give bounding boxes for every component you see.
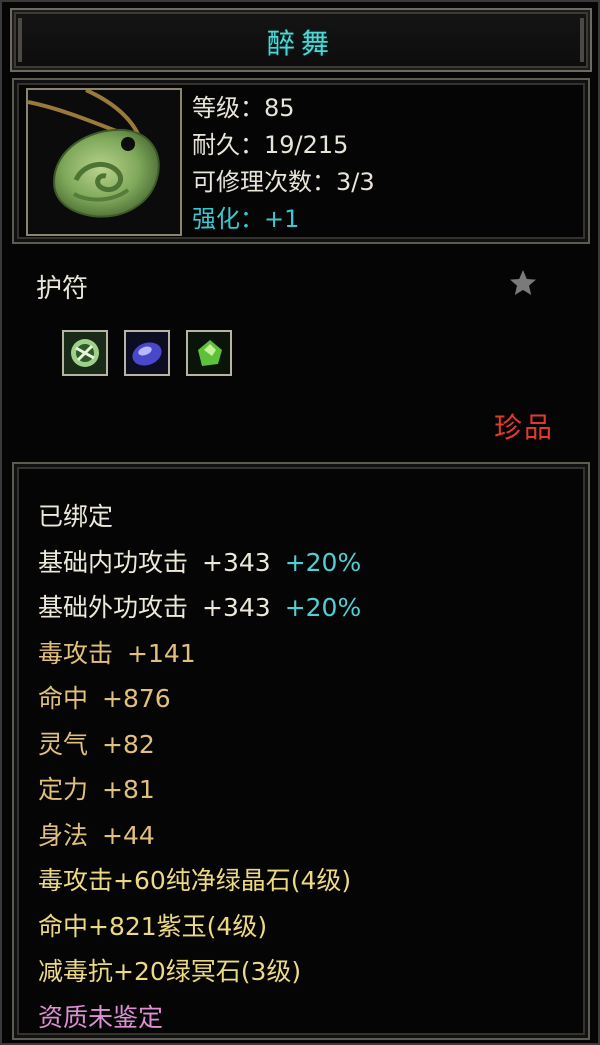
stat-bonus: +20% (284, 547, 362, 577)
item-header-panel: 等级：85 耐久：19/215 可修理次数：3/3 强化：+1 (12, 78, 590, 244)
item-enhance-level: 强化：+1 (192, 205, 300, 233)
stat-accuracy: 命中 +876 (38, 676, 361, 722)
item-durability: 耐久：19/215 (192, 131, 349, 159)
item-basic-stats: 等级：85 耐久：19/215 可修理次数：3/3 强化：+1 (192, 90, 375, 238)
gem-bonus-line: 命中+821紫玉(4级) (38, 911, 268, 941)
rarity-label: 珍品 (494, 411, 555, 444)
stat-label: 身法 (38, 820, 89, 850)
green-dark-stone-gem-icon (188, 332, 230, 374)
bound-status: 已绑定 (38, 502, 114, 531)
item-tooltip: 醉舞 等级：85 耐久：19/215 可修理次数：3/3 强化：+1 护符 珍品… (0, 0, 600, 1045)
quality-status: 资质未鉴定 (38, 1002, 164, 1032)
stat-value: +82 (102, 729, 155, 759)
item-repair-count: 可修理次数：3/3 (192, 168, 375, 196)
stat-label: 灵气 (38, 729, 89, 759)
stat-bonus: +20% (284, 593, 362, 622)
stat-spirit: 灵气 +82 (38, 722, 361, 768)
stat-label: 基础内功攻击 (38, 547, 189, 577)
stat-value: +876 (102, 684, 171, 713)
title-bar: 醉舞 (10, 8, 592, 72)
stat-value: +343 (202, 593, 271, 622)
base-inner-attack: 基础内功攻击 +343 +20% (38, 540, 361, 586)
socket-gem-1[interactable] (62, 330, 108, 376)
gem-bonus-line: 减毒抗+20绿冥石(3级) (38, 957, 302, 986)
stat-value: +343 (202, 547, 271, 577)
stat-value: +81 (102, 775, 155, 804)
base-outer-attack: 基础外功攻击 +343 +20% (38, 585, 361, 631)
jade-pendant-icon (27, 88, 180, 234)
item-name: 醉舞 (266, 27, 335, 60)
socket-gem-3[interactable] (186, 330, 232, 376)
stat-label: 毒攻击 (38, 638, 114, 668)
item-level: 等级：85 (192, 94, 295, 122)
item-category: 护符 (36, 274, 89, 304)
gem-bonus-line: 毒攻击+60纯净绿晶石(4级) (38, 866, 352, 895)
purple-jade-gem-icon (126, 332, 168, 374)
socket-gem-2[interactable] (124, 330, 170, 376)
stat-agility: 身法 +44 (38, 813, 361, 859)
item-icon-frame (26, 88, 182, 236)
stat-poison-attack: 毒攻击 +141 (38, 631, 361, 677)
stat-focus: 定力 +81 (38, 767, 361, 813)
star-icon[interactable] (507, 267, 539, 299)
stat-value: +44 (102, 820, 155, 850)
item-attributes-panel: 已绑定 基础内功攻击 +343 +20% 基础外功攻击 +343 +20% 毒攻击 +14… (12, 462, 590, 1040)
green-crystal-gem-icon (64, 332, 106, 374)
stat-label: 定力 (38, 775, 89, 804)
stat-label: 命中 (38, 684, 89, 713)
stat-value: +141 (127, 638, 196, 668)
stat-label: 基础外功攻击 (38, 593, 189, 622)
